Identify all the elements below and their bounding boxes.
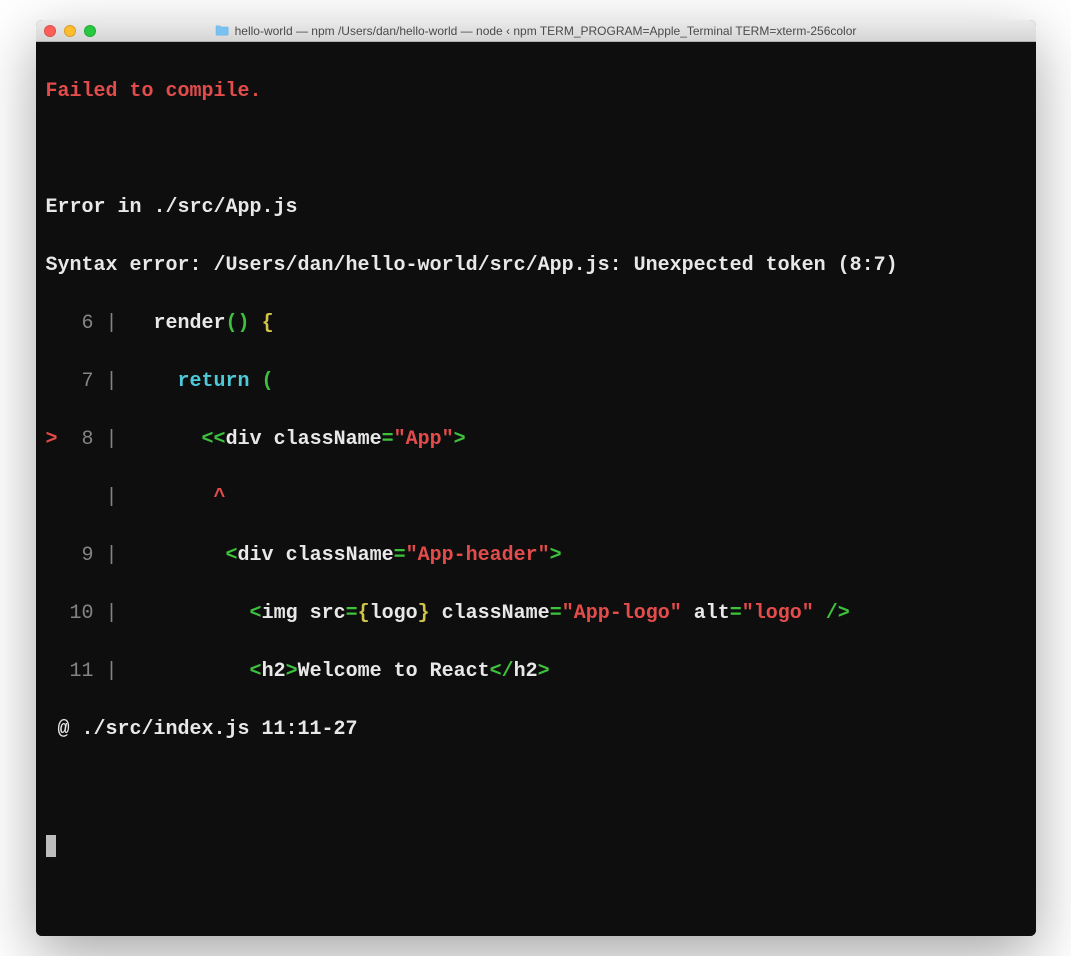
traffic-lights bbox=[44, 25, 96, 37]
close-icon[interactable] bbox=[44, 25, 56, 37]
terminal-body[interactable]: Failed to compile. Error in ./src/App.js… bbox=[36, 42, 1036, 936]
error-footer: @ ./src/index.js 11:11-27 bbox=[46, 715, 1026, 744]
syntax-error: Syntax error: /Users/dan/hello-world/src… bbox=[46, 251, 1026, 280]
code-line-11: 11 | <h2>Welcome to React</h2> bbox=[46, 657, 1026, 686]
code-line-8: > 8 | <<div className="App"> bbox=[46, 425, 1026, 454]
titlebar[interactable]: hello-world — npm /Users/dan/hello-world… bbox=[36, 20, 1036, 42]
error-file: Error in ./src/App.js bbox=[46, 193, 1026, 222]
terminal-window: hello-world — npm /Users/dan/hello-world… bbox=[36, 20, 1036, 936]
code-line-10: 10 | <img src={logo} className="App-logo… bbox=[46, 599, 1026, 628]
error-heading: Failed to compile. bbox=[46, 80, 262, 103]
code-line-6: 6 | render() { bbox=[46, 309, 1026, 338]
window-title-text: hello-world — npm /Users/dan/hello-world… bbox=[235, 24, 857, 38]
code-line-7: 7 | return ( bbox=[46, 367, 1026, 396]
code-caret: | ^ bbox=[46, 483, 1026, 512]
code-line-9: 9 | <div className="App-header"> bbox=[46, 541, 1026, 570]
folder-icon bbox=[215, 25, 229, 36]
zoom-icon[interactable] bbox=[84, 25, 96, 37]
window-title: hello-world — npm /Users/dan/hello-world… bbox=[36, 24, 1036, 38]
cursor bbox=[46, 835, 56, 857]
minimize-icon[interactable] bbox=[64, 25, 76, 37]
